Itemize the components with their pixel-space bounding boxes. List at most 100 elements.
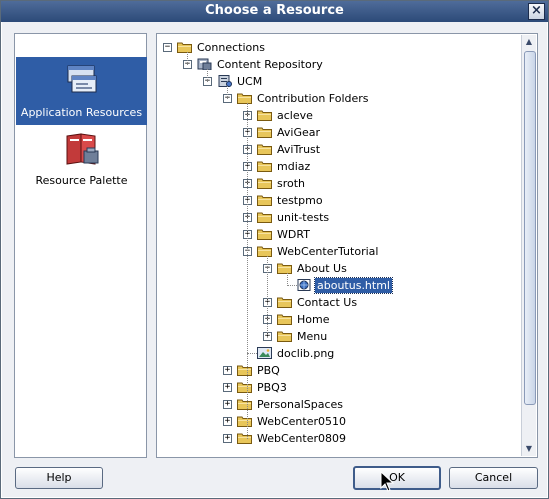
tree-row[interactable]: + acleve xyxy=(157,107,523,124)
tree-row[interactable]: + AviTrust xyxy=(157,141,523,158)
tree-node-label[interactable]: Menu xyxy=(295,328,329,345)
help-button-label: Help xyxy=(46,471,72,484)
tree-row[interactable]: + testpmo xyxy=(157,192,523,209)
tree-node-label[interactable]: Content Repository xyxy=(215,56,325,73)
folder-icon xyxy=(237,415,252,427)
tree-row[interactable]: + Home xyxy=(157,311,523,328)
tree-connector-line xyxy=(287,285,297,286)
tree-row[interactable]: + Contact Us xyxy=(157,294,523,311)
folder-icon xyxy=(237,432,252,444)
tree-row[interactable]: + sroth xyxy=(157,175,523,192)
tree-row[interactable]: + WebCenter0809 xyxy=(157,430,523,447)
tree-row[interactable]: + mdiaz xyxy=(157,158,523,175)
tree-row[interactable]: − Content Repository xyxy=(157,56,523,73)
folder-icon xyxy=(277,262,292,274)
nav-application-resources[interactable]: Application Resources xyxy=(16,57,147,125)
resource-palette-icon xyxy=(66,133,99,165)
resource-tree[interactable]: − Connections − Content Repository − UCM − Cont… xyxy=(157,34,523,457)
tree-row[interactable]: + AviGear xyxy=(157,124,523,141)
tree-row[interactable]: + Menu xyxy=(157,328,523,345)
expand-toggle-icon[interactable]: + xyxy=(223,434,232,443)
tree-node-label[interactable]: WDRT xyxy=(275,226,312,243)
tree-row[interactable]: − About Us xyxy=(157,260,523,277)
tree-node-label[interactable]: WebCenterTutorial xyxy=(275,243,380,260)
tree-row[interactable]: doclib.png xyxy=(157,345,523,362)
tree-node-label[interactable]: Contribution Folders xyxy=(255,90,371,107)
tree-node-label[interactable]: unit-tests xyxy=(275,209,331,226)
tree-row[interactable]: − WebCenterTutorial xyxy=(157,243,523,260)
tree-node-label[interactable]: About Us xyxy=(295,260,349,277)
tree-node-label[interactable]: PBQ xyxy=(255,362,282,379)
tree-node-label[interactable]: aboutus.html xyxy=(314,277,393,294)
tree-row[interactable]: aboutus.html xyxy=(157,277,523,294)
expand-toggle-icon[interactable]: + xyxy=(223,400,232,409)
nav-resource-palette[interactable]: Resource Palette xyxy=(16,125,147,193)
tree-node-label[interactable]: WebCenter0809 xyxy=(255,430,348,447)
ucm-server-icon xyxy=(217,75,232,87)
tree-guide-line xyxy=(287,273,288,286)
help-button[interactable]: Help xyxy=(15,467,103,489)
folder-icon xyxy=(257,228,272,240)
mouse-pointer-icon xyxy=(380,471,395,492)
scroll-down-icon[interactable]: ▼ xyxy=(523,443,535,455)
title-bar[interactable]: Choose a Resource × xyxy=(1,1,548,22)
tree-connector-line xyxy=(247,353,257,354)
folder-icon xyxy=(177,41,192,53)
nav-resource-palette-label: Resource Palette xyxy=(35,174,128,187)
tree-node-label[interactable]: WebCenter0510 xyxy=(255,413,348,430)
application-resources-icon xyxy=(67,65,97,93)
tree-node-label[interactable]: UCM xyxy=(235,73,264,90)
tree-node-label[interactable]: AviGear xyxy=(275,124,322,141)
tree-row[interactable]: − Contribution Folders xyxy=(157,90,523,107)
tree-node-label[interactable]: Home xyxy=(295,311,331,328)
collapse-toggle-icon[interactable]: − xyxy=(163,43,172,52)
dialog-title: Choose a Resource xyxy=(205,3,344,18)
expand-toggle-icon[interactable]: + xyxy=(223,366,232,375)
expand-toggle-icon[interactable]: + xyxy=(223,417,232,426)
tree-node-label[interactable]: doclib.png xyxy=(275,345,336,362)
folder-icon xyxy=(257,177,272,189)
tree-node-label[interactable]: Contact Us xyxy=(295,294,359,311)
tree-node-label[interactable]: Connections xyxy=(195,39,267,56)
tree-node-label[interactable]: testpmo xyxy=(275,192,325,209)
folder-icon xyxy=(257,194,272,206)
tree-guide-line xyxy=(247,103,248,439)
tree-node-label[interactable]: mdiaz xyxy=(275,158,312,175)
tree-node-label[interactable]: AviTrust xyxy=(275,141,322,158)
resource-tree-panel: − Connections − Content Repository − UCM − Cont… xyxy=(156,33,538,458)
tree-row[interactable]: + WebCenter0510 xyxy=(157,413,523,430)
tree-row[interactable]: + PBQ3 xyxy=(157,379,523,396)
tree-node-label[interactable]: PBQ3 xyxy=(255,379,289,396)
tree-node-label[interactable]: PersonalSpaces xyxy=(255,396,345,413)
folder-icon xyxy=(257,160,272,172)
resource-category-list: Application Resources Resource Palette xyxy=(14,33,147,458)
content-repository-icon xyxy=(197,58,212,71)
expand-toggle-icon[interactable]: + xyxy=(223,383,232,392)
tree-row[interactable]: + WDRT xyxy=(157,226,523,243)
ok-button[interactable]: OK xyxy=(353,466,441,490)
tree-row[interactable]: + unit-tests xyxy=(157,209,523,226)
tree-guide-line xyxy=(227,86,228,99)
folder-icon xyxy=(257,143,272,155)
folder-icon xyxy=(277,296,292,308)
folder-icon xyxy=(277,330,292,342)
vertical-scrollbar[interactable]: ▲ ▼ xyxy=(521,35,536,456)
tree-row[interactable]: + PersonalSpaces xyxy=(157,396,523,413)
tree-node-label[interactable]: sroth xyxy=(275,175,307,192)
folder-icon xyxy=(257,245,272,257)
tree-guide-line xyxy=(267,256,268,337)
cancel-button[interactable]: Cancel xyxy=(449,467,538,489)
folder-icon xyxy=(257,126,272,138)
folder-icon xyxy=(257,109,272,121)
tree-guide-line xyxy=(187,52,188,65)
scrollbar-thumb[interactable] xyxy=(524,51,536,405)
tree-row[interactable]: + PBQ xyxy=(157,362,523,379)
tree-row[interactable]: − Connections xyxy=(157,39,523,56)
tree-row[interactable]: − UCM xyxy=(157,73,523,90)
close-button[interactable]: × xyxy=(528,3,545,20)
tree-node-label[interactable]: acleve xyxy=(275,107,315,124)
image-file-icon xyxy=(257,347,272,359)
scroll-up-icon[interactable]: ▲ xyxy=(523,36,535,48)
choose-resource-dialog: Choose a Resource × Application Resource… xyxy=(0,0,549,499)
folder-icon xyxy=(237,398,252,410)
